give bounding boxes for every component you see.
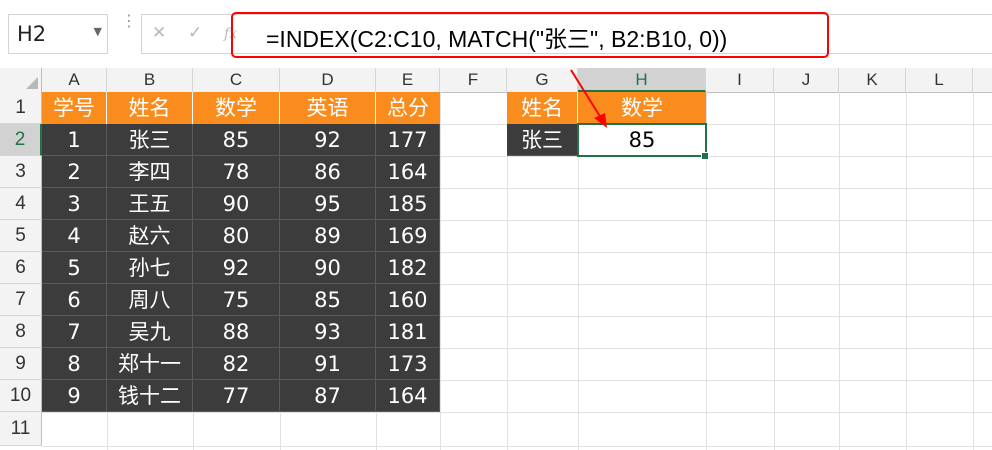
table-cell[interactable]: 182 [376, 252, 440, 284]
table-cell[interactable]: 181 [376, 316, 440, 348]
table-cell[interactable]: 郑十一 [107, 348, 193, 380]
table-cell[interactable]: 78 [193, 156, 280, 188]
table-cell[interactable]: 88 [193, 316, 280, 348]
header-cell-total[interactable]: 总分 [376, 92, 440, 124]
row-header-2[interactable]: 2 [0, 124, 42, 156]
gridline [839, 92, 840, 450]
table-cell[interactable]: 周八 [107, 284, 193, 316]
drag-handle-icon[interactable]: ⋮ [121, 13, 137, 51]
table-cell[interactable]: 164 [376, 156, 440, 188]
table-cell[interactable]: 7 [42, 316, 107, 348]
row-header-5[interactable]: 5 [0, 220, 42, 252]
table-cell[interactable]: 6 [42, 284, 107, 316]
column-header-d[interactable]: D [280, 68, 376, 92]
table-cell[interactable]: 92 [280, 124, 376, 156]
table-cell[interactable]: 82 [193, 348, 280, 380]
table-cell[interactable]: 2 [42, 156, 107, 188]
row-header-4[interactable]: 4 [0, 188, 42, 220]
row-header-6[interactable]: 6 [0, 252, 42, 284]
table-cell[interactable]: 169 [376, 220, 440, 252]
table-cell[interactable]: 177 [376, 124, 440, 156]
table-cell[interactable]: 173 [376, 348, 440, 380]
gridline [906, 92, 907, 450]
table-cell[interactable]: 钱十二 [107, 380, 193, 412]
row-header-7[interactable]: 7 [0, 284, 42, 316]
table-cell[interactable]: 185 [376, 188, 440, 220]
lookup-header-math[interactable]: 数学 [578, 92, 706, 124]
lookup-result-cell[interactable]: 85 [577, 123, 707, 157]
table-cell[interactable]: 赵六 [107, 220, 193, 252]
table-cell[interactable]: 75 [193, 284, 280, 316]
header-cell-math[interactable]: 数学 [193, 92, 280, 124]
enter-icon[interactable]: ✓ [188, 23, 202, 43]
row-header-11[interactable]: 11 [0, 412, 42, 446]
lookup-name-cell[interactable]: 张三 [507, 124, 578, 156]
table-cell[interactable]: 87 [280, 380, 376, 412]
gridline [440, 92, 441, 450]
column-header-j[interactable]: J [774, 68, 839, 92]
table-cell[interactable]: 160 [376, 284, 440, 316]
header-cell-id[interactable]: 学号 [42, 92, 107, 124]
table-cell[interactable]: 8 [42, 348, 107, 380]
header-cell-english[interactable]: 英语 [280, 92, 376, 124]
table-cell[interactable]: 1 [42, 124, 107, 156]
name-box-value: H2 [17, 22, 47, 46]
select-all-corner[interactable] [0, 68, 42, 92]
table-cell[interactable]: 89 [280, 220, 376, 252]
gridline [42, 446, 992, 447]
column-header-g[interactable]: G [507, 68, 578, 92]
table-cell[interactable]: 85 [193, 124, 280, 156]
lookup-header-name[interactable]: 姓名 [507, 92, 578, 124]
table-cell[interactable]: 86 [280, 156, 376, 188]
table-cell[interactable]: 3 [42, 188, 107, 220]
row-header-9[interactable]: 9 [0, 348, 42, 380]
row-header-10[interactable]: 10 [0, 380, 42, 412]
table-cell[interactable]: 95 [280, 188, 376, 220]
header-cell-name[interactable]: 姓名 [107, 92, 193, 124]
gridline [774, 92, 775, 450]
table-cell[interactable]: 5 [42, 252, 107, 284]
table-cell[interactable]: 77 [193, 380, 280, 412]
column-header-f[interactable]: F [440, 68, 507, 92]
chevron-down-icon[interactable]: ▼ [94, 25, 102, 38]
formula-bar: H2 ▼ ⋮ ✕ ✓ fx =INDEX(C2:C10, MATCH("张三",… [0, 0, 992, 68]
table-cell[interactable]: 王五 [107, 188, 193, 220]
column-header-a[interactable]: A [42, 68, 107, 92]
gridline [42, 412, 992, 413]
table-cell[interactable]: 4 [42, 220, 107, 252]
column-header-b[interactable]: B [107, 68, 193, 92]
table-cell[interactable]: 90 [193, 188, 280, 220]
column-header-k[interactable]: K [839, 68, 906, 92]
cancel-icon[interactable]: ✕ [152, 23, 166, 43]
formula-highlight-box [231, 12, 829, 58]
table-cell[interactable]: 李四 [107, 156, 193, 188]
table-cell[interactable]: 吴九 [107, 316, 193, 348]
gridline [973, 92, 974, 450]
row-header-3[interactable]: 3 [0, 156, 42, 188]
table-cell[interactable]: 92 [193, 252, 280, 284]
fill-handle[interactable] [701, 152, 709, 160]
table-cell[interactable]: 孙七 [107, 252, 193, 284]
table-cell[interactable]: 93 [280, 316, 376, 348]
column-header-c[interactable]: C [193, 68, 280, 92]
column-header-row: A B C D E F G H I J K L [0, 68, 992, 93]
table-cell[interactable]: 9 [42, 380, 107, 412]
column-header-i[interactable]: I [706, 68, 774, 92]
table-cell[interactable]: 85 [280, 284, 376, 316]
row-header-8[interactable]: 8 [0, 316, 42, 348]
column-header-h[interactable]: H [578, 68, 706, 92]
table-cell[interactable]: 90 [280, 252, 376, 284]
table-cell[interactable]: 164 [376, 380, 440, 412]
table-cell[interactable]: 91 [280, 348, 376, 380]
column-header-l[interactable]: L [906, 68, 973, 92]
table-cell[interactable]: 张三 [107, 124, 193, 156]
name-box[interactable]: H2 ▼ [8, 14, 108, 54]
row-header-1[interactable]: 1 [0, 92, 42, 124]
table-cell[interactable]: 80 [193, 220, 280, 252]
column-header-e[interactable]: E [376, 68, 440, 92]
